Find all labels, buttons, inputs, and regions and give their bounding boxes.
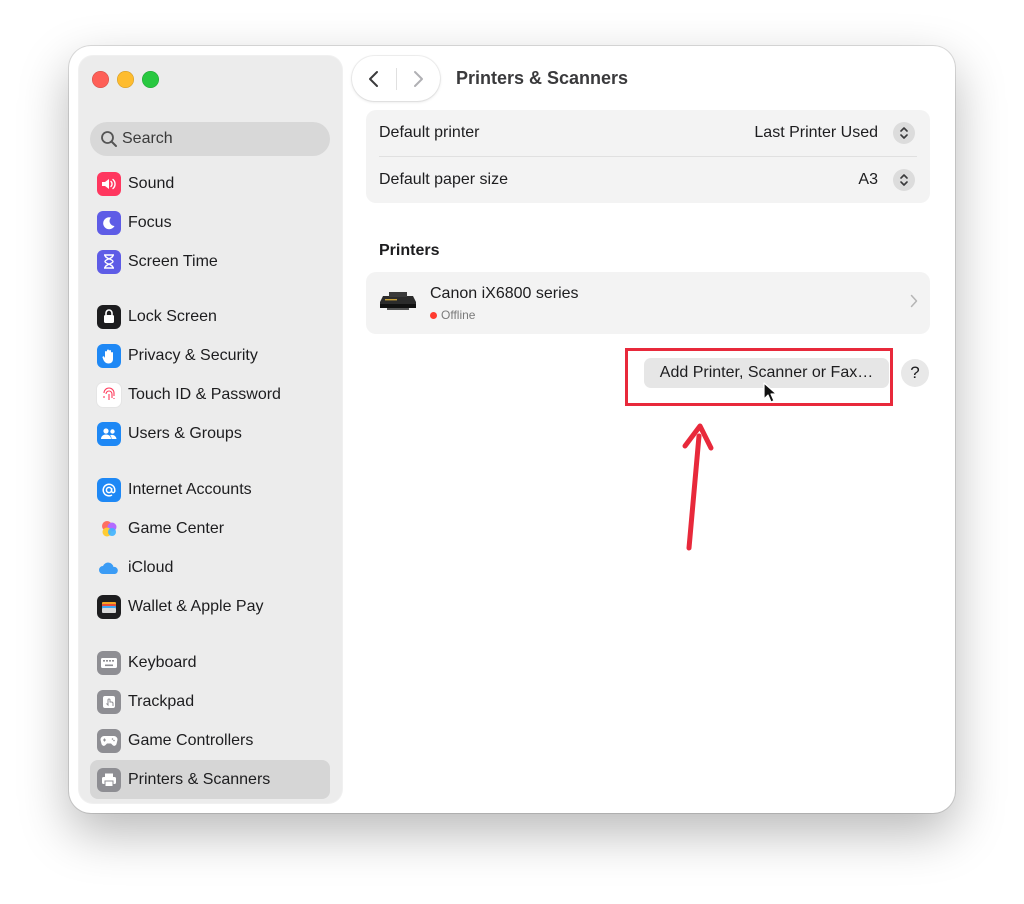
default-printer-label: Default printer xyxy=(379,124,480,141)
fingerprint-icon xyxy=(97,382,121,407)
chevron-left-icon xyxy=(368,70,378,87)
sidebar-item-keyboard[interactable]: Keyboard xyxy=(90,643,330,682)
close-window-button[interactable] xyxy=(92,71,109,88)
hourglass-icon xyxy=(97,249,121,274)
printer-status-text: Offline xyxy=(441,308,476,322)
sidebar-item-internet-accounts[interactable]: Internet Accounts xyxy=(90,470,330,509)
sidebar-item-trackpad[interactable]: Trackpad xyxy=(90,682,330,721)
hand-icon xyxy=(97,343,121,368)
sidebar-item-label: Printers & Scanners xyxy=(128,770,271,788)
sidebar-item-icloud[interactable]: iCloud xyxy=(90,548,330,587)
sidebar-item-touch-id[interactable]: Touch ID & Password xyxy=(90,375,330,414)
cloud-icon xyxy=(97,556,121,580)
search-field[interactable] xyxy=(90,122,330,156)
sidebar-item-game-center[interactable]: Game Center xyxy=(90,509,330,548)
chevron-right-icon xyxy=(910,294,918,313)
sidebar-item-label: Internet Accounts xyxy=(128,480,252,498)
printer-name: Canon iX6800 series xyxy=(430,285,579,302)
navigation-buttons xyxy=(352,56,440,101)
sidebar-item-users-groups[interactable]: Users & Groups xyxy=(90,414,330,453)
sidebar-item-privacy-security[interactable]: Privacy & Security xyxy=(90,336,330,375)
page-title: Printers & Scanners xyxy=(456,68,629,88)
annotation-highlight-box xyxy=(625,348,893,406)
game-center-icon xyxy=(97,517,121,541)
toolbar: Printers & Scanners xyxy=(352,56,955,104)
minimize-window-button[interactable] xyxy=(117,71,134,88)
sidebar-item-label: iCloud xyxy=(128,558,174,576)
default-paper-row[interactable]: Default paper size A3 xyxy=(366,157,930,203)
sidebar-item-printers-scanners[interactable]: Printers & Scanners xyxy=(90,760,330,799)
sidebar-item-label: Lock Screen xyxy=(128,307,217,325)
sidebar-item-lock-screen[interactable]: Lock Screen xyxy=(90,297,330,336)
sidebar-item-focus[interactable]: Focus xyxy=(90,203,330,242)
sidebar-item-label: Trackpad xyxy=(128,692,195,710)
zoom-window-button[interactable] xyxy=(142,71,159,88)
forward-button[interactable] xyxy=(396,56,440,101)
search-input[interactable] xyxy=(122,130,312,148)
chevron-right-icon xyxy=(414,70,424,87)
moon-icon xyxy=(97,210,121,235)
printer-status: Offline xyxy=(430,308,475,322)
settings-window: Sound Focus Screen Time Lock Screen xyxy=(69,46,955,813)
back-button[interactable] xyxy=(352,56,396,101)
users-icon xyxy=(97,421,121,446)
sidebar-item-label: Keyboard xyxy=(128,653,197,671)
window-controls xyxy=(92,71,159,88)
sidebar-item-wallet[interactable]: Wallet & Apple Pay xyxy=(90,587,330,626)
annotation-arrow xyxy=(682,423,714,551)
sidebar-item-label: Users & Groups xyxy=(128,424,242,442)
printers-section-title: Printers xyxy=(379,242,440,259)
printer-device-icon xyxy=(379,290,417,317)
default-printer-row[interactable]: Default printer Last Printer Used xyxy=(366,110,930,156)
trackpad-icon xyxy=(97,689,121,714)
default-paper-label: Default paper size xyxy=(379,171,508,188)
defaults-group: Default printer Last Printer Used Defaul… xyxy=(366,110,930,203)
sidebar-item-label: Privacy & Security xyxy=(128,346,258,364)
sidebar-item-label: Sound xyxy=(128,174,175,192)
mouse-pointer-icon xyxy=(763,382,777,403)
default-paper-value[interactable]: A3 xyxy=(858,171,878,189)
updown-chevron-icon[interactable] xyxy=(893,122,915,144)
default-printer-value[interactable]: Last Printer Used xyxy=(754,124,878,142)
sidebar-item-sound[interactable]: Sound xyxy=(90,164,330,203)
updown-chevron-icon[interactable] xyxy=(893,169,915,191)
sidebar-item-label: Game Controllers xyxy=(128,731,254,749)
keyboard-icon xyxy=(97,650,121,675)
wallet-icon xyxy=(97,594,121,619)
at-icon xyxy=(97,477,121,502)
sidebar-item-label: Screen Time xyxy=(128,252,218,270)
speaker-icon xyxy=(97,171,121,196)
sidebar-item-label: Game Center xyxy=(128,519,225,537)
printer-row[interactable]: Canon iX6800 series Offline xyxy=(366,272,930,334)
sidebar-item-game-controllers[interactable]: Game Controllers xyxy=(90,721,330,760)
gamepad-icon xyxy=(97,728,121,753)
sidebar: Sound Focus Screen Time Lock Screen xyxy=(79,56,342,803)
sidebar-item-label: Touch ID & Password xyxy=(128,385,281,403)
sidebar-item-label: Wallet & Apple Pay xyxy=(128,597,264,615)
lock-icon xyxy=(97,304,121,329)
offline-status-dot xyxy=(430,311,437,319)
sidebar-item-screen-time[interactable]: Screen Time xyxy=(90,242,330,281)
printer-icon xyxy=(97,767,121,792)
sidebar-item-label: Focus xyxy=(128,213,172,231)
help-button[interactable]: ? xyxy=(901,359,929,387)
search-icon xyxy=(100,129,120,149)
